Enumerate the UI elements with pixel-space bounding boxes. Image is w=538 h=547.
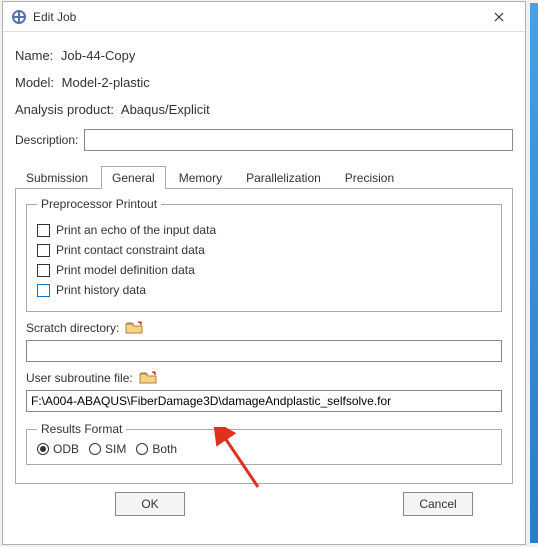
tab-submission[interactable]: Submission [15, 166, 99, 189]
radio-odb[interactable]: ODB [37, 442, 79, 456]
check-model-def[interactable]: Print model definition data [37, 263, 491, 277]
check-label: Print model definition data [56, 263, 195, 277]
radio-both[interactable]: Both [136, 442, 177, 456]
subroutine-label-row: User subroutine file: [26, 370, 502, 386]
tab-parallelization[interactable]: Parallelization [235, 166, 332, 189]
description-row: Description: [15, 129, 513, 151]
scratch-label: Scratch directory: [26, 321, 119, 335]
radio-icon [37, 443, 49, 455]
close-button[interactable] [479, 3, 519, 31]
results-options: ODB SIM Both [37, 442, 491, 456]
description-input[interactable] [84, 129, 513, 151]
name-value: Job-44-Copy [61, 48, 135, 63]
tab-bar: Submission General Memory Parallelizatio… [15, 165, 513, 189]
edit-job-dialog: Edit Job Name: Job-44-Copy Model: Model-… [2, 1, 526, 545]
model-row: Model: Model-2-plastic [15, 75, 513, 90]
tab-panel-general: Preprocessor Printout Print an echo of t… [15, 189, 513, 484]
analysis-value: Abaqus/Explicit [121, 102, 210, 117]
check-echo[interactable]: Print an echo of the input data [37, 223, 491, 237]
checkbox-icon [37, 244, 50, 257]
model-value: Model-2-plastic [62, 75, 150, 90]
ok-button[interactable]: OK [115, 492, 185, 516]
check-label: Print contact constraint data [56, 243, 205, 257]
cancel-button[interactable]: Cancel [403, 492, 473, 516]
tab-memory[interactable]: Memory [168, 166, 233, 189]
checkbox-icon [37, 264, 50, 277]
check-history[interactable]: Print history data [37, 283, 491, 297]
button-row: OK Cancel [15, 484, 513, 526]
radio-label: SIM [105, 442, 126, 456]
check-label: Print an echo of the input data [56, 223, 216, 237]
radio-label: Both [152, 442, 177, 456]
scratch-input[interactable] [26, 340, 502, 362]
radio-icon [89, 443, 101, 455]
checkbox-icon [37, 224, 50, 237]
check-label: Print history data [56, 283, 146, 297]
tab-general[interactable]: General [101, 166, 166, 189]
name-label: Name: [15, 48, 53, 63]
analysis-row: Analysis product: Abaqus/Explicit [15, 102, 513, 117]
folder-open-icon[interactable] [139, 370, 159, 386]
name-row: Name: Job-44-Copy [15, 48, 513, 63]
radio-label: ODB [53, 442, 79, 456]
analysis-label: Analysis product: [15, 102, 114, 117]
titlebar: Edit Job [3, 2, 525, 32]
description-label: Description: [15, 133, 78, 147]
check-contact[interactable]: Print contact constraint data [37, 243, 491, 257]
folder-open-icon[interactable] [125, 320, 145, 336]
preprocessor-group: Preprocessor Printout Print an echo of t… [26, 197, 502, 312]
preprocessor-legend: Preprocessor Printout [37, 197, 161, 211]
subroutine-input[interactable] [26, 390, 502, 412]
app-icon [11, 9, 27, 25]
window-title: Edit Job [33, 10, 479, 24]
results-group: Results Format ODB SIM Both [26, 422, 502, 465]
checkbox-icon [37, 284, 50, 297]
app-edge [530, 3, 538, 543]
tab-precision[interactable]: Precision [334, 166, 405, 189]
radio-sim[interactable]: SIM [89, 442, 126, 456]
results-legend: Results Format [37, 422, 126, 436]
model-label: Model: [15, 75, 54, 90]
dialog-content: Name: Job-44-Copy Model: Model-2-plastic… [3, 32, 525, 544]
subroutine-label: User subroutine file: [26, 371, 133, 385]
scratch-label-row: Scratch directory: [26, 320, 502, 336]
radio-icon [136, 443, 148, 455]
